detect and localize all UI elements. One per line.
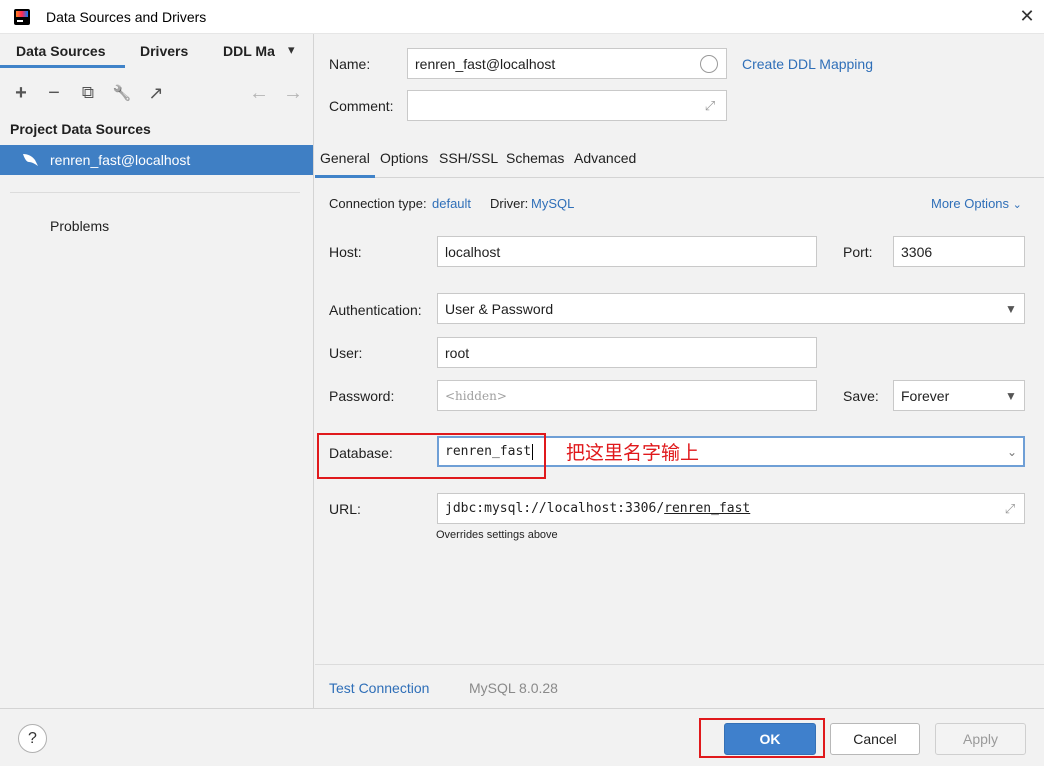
- sidebar-toolbar: + − ⧉ 🔧 ↗ ← →: [0, 74, 314, 112]
- url-hint: Overrides settings above: [436, 529, 558, 541]
- color-picker-circle-icon[interactable]: [700, 55, 718, 73]
- save-select[interactable]: Forever ▼: [893, 380, 1025, 411]
- jump-to-icon[interactable]: ↗: [141, 74, 171, 112]
- chevron-down-icon[interactable]: ▾: [288, 42, 295, 58]
- name-label: Name:: [329, 56, 371, 72]
- name-field[interactable]: renren_fast@localhost: [407, 48, 727, 79]
- driver-label: Driver:: [490, 196, 529, 211]
- forward-arrow-icon[interactable]: →: [278, 74, 308, 112]
- server-version: MySQL 8.0.28: [469, 680, 558, 696]
- host-input[interactable]: localhost: [437, 236, 817, 267]
- apply-button[interactable]: Apply: [935, 723, 1026, 755]
- duplicate-icon[interactable]: ⧉: [73, 74, 103, 112]
- url-prefix: jdbc:mysql://localhost:3306/: [445, 501, 665, 516]
- driver-link[interactable]: MySQL: [531, 196, 574, 211]
- comment-field[interactable]: ⤢: [407, 90, 727, 121]
- remove-icon[interactable]: −: [39, 74, 69, 112]
- more-options-label: More Options: [931, 196, 1010, 211]
- cancel-button[interactable]: Cancel: [830, 723, 920, 755]
- active-tab-indicator: [0, 65, 125, 68]
- user-label: User:: [329, 345, 363, 361]
- connection-type-link[interactable]: default: [432, 196, 471, 211]
- name-value: renren_fast@localhost: [415, 55, 556, 72]
- back-arrow-icon[interactable]: ←: [244, 74, 274, 112]
- tab-drivers[interactable]: Drivers: [140, 43, 188, 59]
- add-icon[interactable]: +: [6, 74, 36, 112]
- help-button[interactable]: ?: [18, 724, 47, 753]
- password-label: Password:: [329, 388, 395, 404]
- dropdown-arrow-icon: ▼: [1005, 302, 1017, 316]
- tab-options[interactable]: Options: [380, 150, 428, 166]
- tab-advanced[interactable]: Advanced: [574, 150, 636, 166]
- project-data-sources-heading: Project Data Sources: [10, 121, 151, 137]
- wrench-icon[interactable]: 🔧: [107, 74, 137, 112]
- more-options-link[interactable]: More Options ⌄: [931, 196, 1022, 211]
- problems-item[interactable]: Problems: [50, 218, 109, 234]
- tab-ssh-ssl[interactable]: SSH/SSL: [439, 150, 498, 166]
- dialog-footer: ? OK Cancel Apply: [0, 708, 1044, 766]
- tab-ddl-mappings[interactable]: DDL Ma: [223, 43, 279, 59]
- connection-type-label: Connection type:: [329, 196, 427, 211]
- port-input[interactable]: 3306: [893, 236, 1025, 267]
- data-source-label: renren_fast@localhost: [50, 152, 191, 168]
- settings-tabs: General Options SSH/SSL Schemas Advanced: [315, 142, 1044, 178]
- title-bar: Data Sources and Drivers ✕: [0, 0, 1044, 34]
- save-value: Forever: [901, 387, 950, 404]
- datagrip-app-icon: [14, 9, 30, 25]
- dropdown-arrow-icon: ▼: [1005, 389, 1017, 403]
- chevron-down-icon: ⌄: [1012, 199, 1022, 211]
- tab-schemas[interactable]: Schemas: [506, 150, 564, 166]
- url-input[interactable]: jdbc:mysql://localhost:3306/renren_fast …: [437, 493, 1025, 524]
- annotation-box-database: [317, 433, 546, 479]
- close-button[interactable]: ✕: [1014, 4, 1040, 28]
- sidebar: Data Sources Drivers DDL Ma ▾ + − ⧉ 🔧 ↗ …: [0, 34, 314, 708]
- url-database: renren_fast: [664, 501, 751, 516]
- tab-data-sources[interactable]: Data Sources: [16, 43, 105, 59]
- expand-icon[interactable]: ⤢: [702, 98, 718, 114]
- tab-general[interactable]: General: [320, 150, 370, 166]
- user-input[interactable]: root: [437, 337, 817, 368]
- create-ddl-mapping-link[interactable]: Create DDL Mapping: [742, 56, 873, 72]
- mysql-dolphin-icon: [20, 150, 40, 170]
- active-tab-indicator: [315, 175, 375, 178]
- annotation-box-ok: [699, 718, 825, 758]
- save-label: Save:: [843, 388, 879, 404]
- authentication-label: Authentication:: [329, 302, 422, 318]
- chevron-down-icon: ⌄: [1006, 445, 1018, 459]
- comment-label: Comment:: [329, 98, 394, 114]
- url-label: URL:: [329, 501, 361, 517]
- window-title: Data Sources and Drivers: [46, 9, 207, 25]
- authentication-value: User & Password: [445, 300, 554, 317]
- expand-icon[interactable]: ⤢: [1002, 501, 1018, 517]
- password-input[interactable]: <hidden>: [437, 380, 817, 411]
- connection-test-bar: Test Connection MySQL 8.0.28: [315, 664, 1044, 708]
- divider: [10, 192, 300, 193]
- authentication-select[interactable]: User & Password ▼: [437, 293, 1025, 324]
- data-source-item[interactable]: renren_fast@localhost: [0, 145, 313, 175]
- test-connection-link[interactable]: Test Connection: [329, 680, 429, 696]
- annotation-text: 把这里名字输上: [566, 442, 700, 464]
- host-label: Host:: [329, 244, 362, 260]
- port-label: Port:: [843, 244, 873, 260]
- data-source-settings-panel: Name: renren_fast@localhost Create DDL M…: [315, 34, 1044, 708]
